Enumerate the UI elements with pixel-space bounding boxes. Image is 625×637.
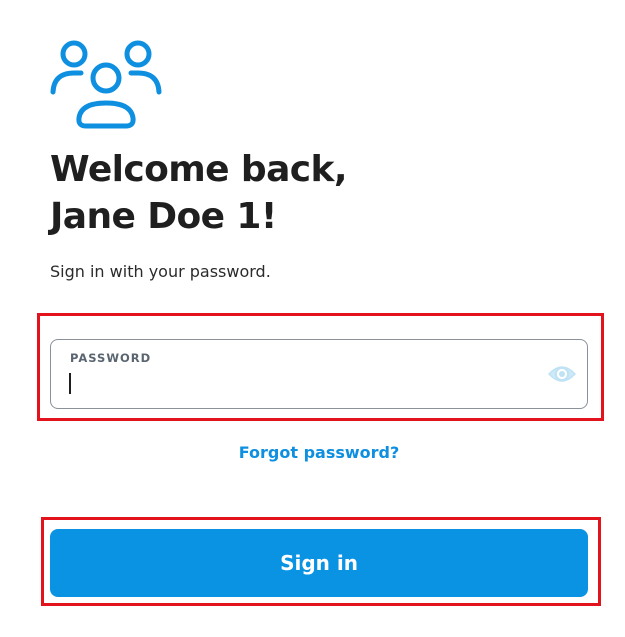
sign-in-instructions: Sign in with your password. bbox=[50, 262, 271, 281]
eye-icon bbox=[547, 363, 577, 385]
show-password-toggle[interactable] bbox=[547, 361, 577, 387]
password-field[interactable]: PASSWORD bbox=[50, 339, 588, 409]
page-title: Welcome back, Jane Doe 1! bbox=[50, 146, 348, 240]
password-label: PASSWORD bbox=[70, 351, 152, 365]
title-line-1: Welcome back, bbox=[50, 149, 348, 190]
password-input[interactable] bbox=[68, 369, 538, 397]
title-line-2: Jane Doe 1! bbox=[50, 196, 277, 237]
users-group-icon bbox=[48, 38, 164, 132]
text-caret bbox=[69, 373, 71, 394]
sign-in-button[interactable]: Sign in bbox=[50, 529, 588, 597]
forgot-password-link[interactable]: Forgot password? bbox=[0, 443, 625, 462]
